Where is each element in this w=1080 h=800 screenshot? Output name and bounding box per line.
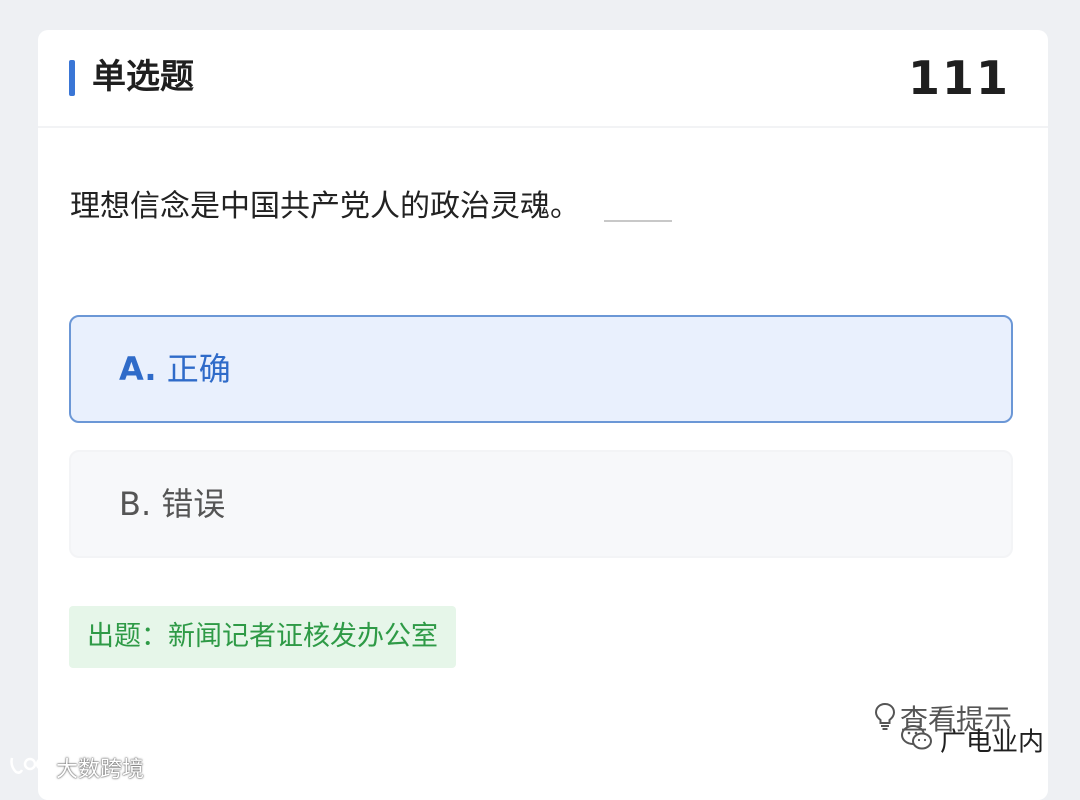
answer-blank [604,220,672,222]
option-a-label: A. 正确 [119,345,231,393]
question-number: 111 [907,51,1010,105]
watermark-right-text: 广电业内 [940,727,1045,758]
watermark-left-text: 大数跨境 [56,757,145,783]
option-a-text: 正确 [166,350,231,388]
option-b-label: B. 错误 [119,480,225,528]
option-b-text: 错误 [161,485,226,523]
question-card: 单选题 111 理想信念是中国共产党人的政治灵魂。 A. 正确 B. 错误 出题… [38,30,1048,800]
question-source-badge: 出题：新闻记者证核发办公室 [69,606,456,668]
watermark-right: 广电业内 [900,724,1044,762]
option-b[interactable]: B. 错误 [69,450,1013,558]
option-a[interactable]: A. 正确 [69,315,1013,423]
watermark-left: 大数跨境 [8,754,144,787]
question-text: 理想信念是中国共产党人的政治灵魂。 [70,185,672,229]
wechat-icon [900,724,934,762]
question-stem: 理想信念是中国共产党人的政治灵魂。 [70,189,580,224]
brand-logo-icon [8,754,52,787]
question-type-title: 单选题 [92,57,194,97]
lightbulb-icon [874,701,896,741]
option-b-letter: B. [119,485,152,523]
option-a-letter: A. [119,350,157,388]
card-header: 单选题 111 [38,30,1048,128]
title-accent-bar [69,60,75,96]
